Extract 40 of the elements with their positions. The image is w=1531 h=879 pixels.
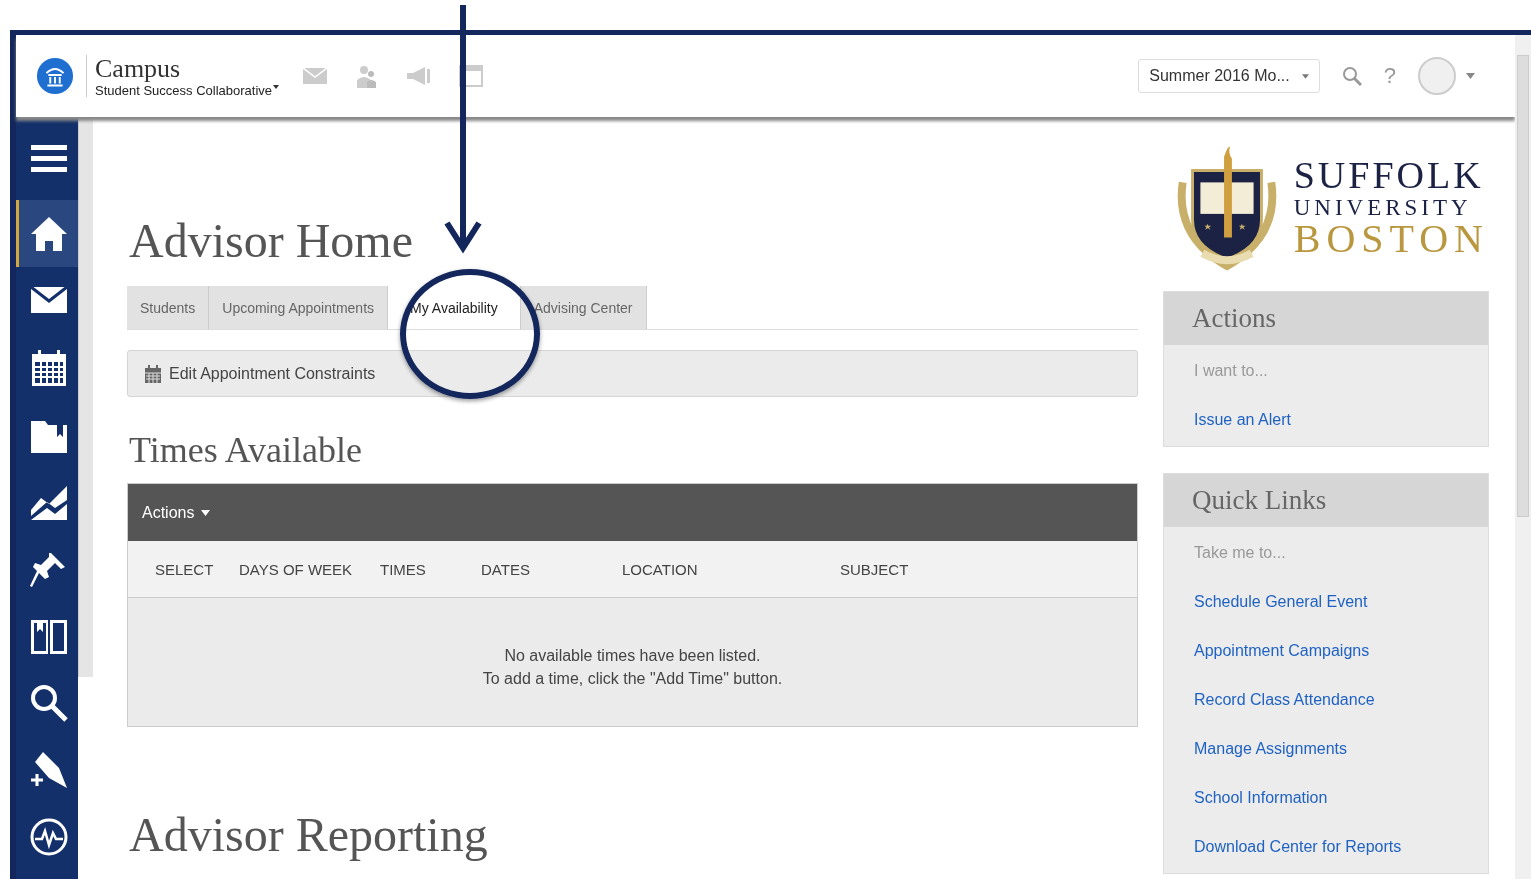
panel-link[interactable]: Download Center for Reports	[1194, 837, 1458, 857]
caret-icon[interactable]	[201, 509, 211, 516]
logo-wordmark: UNIVERSITY	[1293, 195, 1473, 219]
panel-hint: I want to...	[1194, 361, 1269, 381]
app-subtitle[interactable]: Student Success Collaborative	[95, 82, 273, 98]
panel-title: Quick Links	[1192, 485, 1327, 516]
column-header[interactable]: TIMES	[380, 560, 481, 578]
building-logo-icon	[36, 57, 74, 95]
panel-link[interactable]: Manage Assignments	[1194, 739, 1458, 759]
calendar-icon	[145, 364, 161, 383]
window-icon[interactable]	[459, 65, 484, 87]
tab[interactable]: Students	[127, 286, 210, 329]
column-header[interactable]: SUBJECT	[840, 560, 1040, 578]
panel-title: Actions	[1192, 303, 1276, 334]
panel-link[interactable]: Record Class Attendance	[1194, 690, 1458, 710]
empty-message: No available times have been listed. To add a time, click the "Add Time" button.	[482, 646, 783, 689]
page-title: Advisor Home	[129, 213, 414, 268]
logo-wordmark: SUFFOLK	[1293, 155, 1485, 194]
scrollbar[interactable]	[1515, 35, 1531, 879]
tab[interactable]: Upcoming Appointments	[209, 286, 389, 329]
term-select[interactable]: Summer 2016 Mo...	[1138, 59, 1320, 93]
caret-icon[interactable]	[273, 84, 280, 89]
column-header[interactable]: SELECT	[155, 560, 239, 578]
panel-link[interactable]: Issue an Alert	[1194, 410, 1458, 430]
logo-wordmark: BOSTON	[1293, 218, 1489, 259]
app-name: Campus	[95, 54, 182, 83]
edit-constraints-button[interactable]: Edit Appointment Constraints	[145, 364, 376, 383]
column-header[interactable]: LOCATION	[622, 560, 840, 578]
actions-dropdown[interactable]: Actions	[142, 503, 211, 522]
panel-hint: Take me to...	[1194, 543, 1287, 563]
column-header[interactable]: DAYS OF WEEK	[239, 560, 380, 578]
column-header[interactable]: DATES	[481, 560, 622, 578]
panel-link[interactable]: Schedule General Event	[1194, 592, 1458, 612]
panel-link[interactable]: Appointment Campaigns	[1194, 641, 1458, 661]
panel-link[interactable]: School Information	[1194, 788, 1458, 808]
scrollbar[interactable]	[78, 117, 93, 677]
section-title: Advisor Reporting	[129, 807, 489, 862]
tab[interactable]: Advising Center	[520, 286, 647, 329]
section-title: Times Available	[129, 429, 363, 471]
home-icon[interactable]	[16, 200, 78, 267]
